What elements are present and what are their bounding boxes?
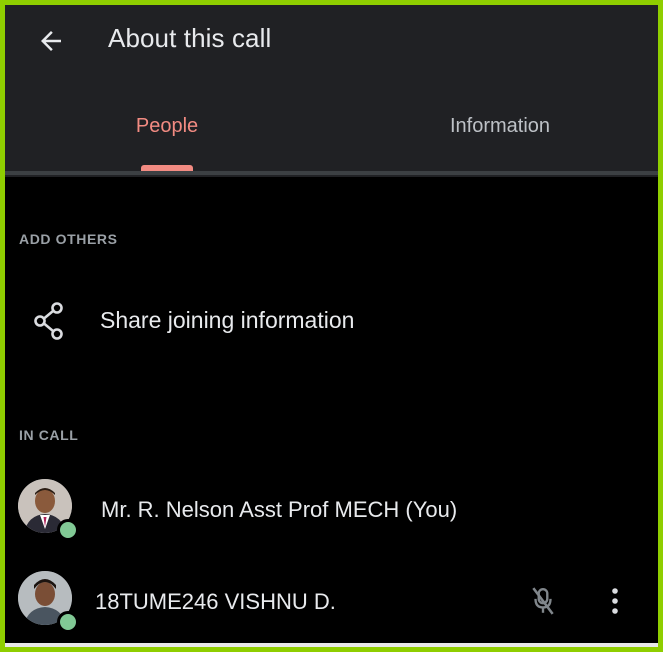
section-label-add-others: ADD OTHERS bbox=[19, 231, 118, 247]
share-joining-info-label: Share joining information bbox=[100, 307, 355, 333]
page-title: About this call bbox=[108, 23, 272, 53]
more-vert-icon bbox=[612, 588, 618, 614]
share-icon bbox=[34, 302, 63, 340]
participant-more-button[interactable] bbox=[593, 579, 637, 623]
bottom-edge bbox=[5, 643, 658, 647]
section-label-in-call: IN CALL bbox=[19, 427, 79, 443]
mute-participant-button[interactable] bbox=[521, 579, 565, 623]
app-bar: About this call People Information bbox=[5, 5, 658, 177]
back-button[interactable] bbox=[27, 19, 75, 63]
online-status-dot bbox=[57, 611, 79, 633]
tab-divider bbox=[5, 171, 658, 175]
online-status-dot bbox=[57, 519, 79, 541]
participant-name: Mr. R. Nelson Asst Prof MECH (You) bbox=[101, 497, 458, 522]
share-joining-info-button[interactable]: Share joining information bbox=[5, 291, 658, 353]
tab-people[interactable]: People bbox=[115, 115, 219, 171]
arrow-left-icon bbox=[41, 31, 61, 51]
participant-row[interactable]: 18TUME246 VISHNU D. bbox=[5, 567, 658, 637]
participant-row[interactable]: Mr. R. Nelson Asst Prof MECH (You) bbox=[5, 475, 658, 545]
call-details-screen: About this call People Information ADD O… bbox=[0, 0, 663, 652]
participant-name: 18TUME246 VISHNU D. bbox=[95, 589, 336, 614]
mic-off-icon bbox=[532, 587, 554, 615]
tab-information[interactable]: Information bbox=[425, 115, 575, 171]
